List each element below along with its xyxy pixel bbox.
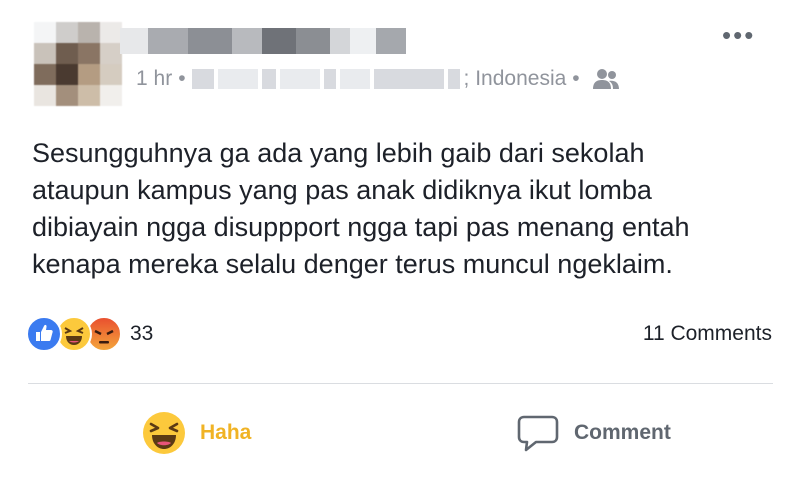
location-redacted [191, 69, 214, 89]
location-redacted [217, 69, 258, 89]
post-text-line: kenapa mereka selalu denger terus muncul… [32, 249, 673, 279]
author-name[interactable] [120, 28, 406, 54]
location-redacted [323, 69, 336, 89]
reactions-summary[interactable]: 33 [26, 316, 153, 352]
more-options-icon[interactable]: ••• [722, 22, 762, 48]
haha-reaction-button[interactable]: Haha [142, 408, 251, 458]
like-icon [26, 316, 62, 352]
location-redacted [261, 69, 276, 89]
facebook-post: ••• 1 hr • ; Indonesia • Sesungguhnya ga… [0, 0, 800, 489]
post-text: Sesungguhnya ga ada yang lebih gaib dari… [32, 135, 772, 283]
divider [28, 383, 773, 384]
comment-icon [517, 415, 559, 452]
location-text[interactable]: ; Indonesia [464, 67, 567, 91]
haha-label: Haha [200, 421, 252, 444]
post-meta: 1 hr • ; Indonesia • [136, 66, 620, 92]
avatar[interactable] [34, 22, 122, 106]
separator: • [572, 67, 580, 90]
reaction-count[interactable]: 33 [130, 322, 153, 346]
location-redacted [339, 69, 370, 89]
post-text-line: dibiayain ngga disuppport ngga tapi pas … [32, 212, 690, 242]
comment-button[interactable]: Comment [516, 408, 671, 458]
comment-label: Comment [574, 421, 671, 444]
comments-count[interactable]: 11 Comments [643, 322, 772, 346]
post-time[interactable]: 1 hr [136, 67, 172, 91]
friends-icon[interactable] [592, 68, 620, 90]
haha-icon [143, 412, 185, 454]
location-redacted [447, 69, 460, 89]
separator: • [178, 67, 186, 90]
location-redacted [373, 69, 444, 89]
post-text-line: ataupun kampus yang pas anak didiknya ik… [32, 175, 652, 205]
location-redacted [279, 69, 320, 89]
post-text-line: Sesungguhnya ga ada yang lebih gaib dari… [32, 138, 645, 168]
